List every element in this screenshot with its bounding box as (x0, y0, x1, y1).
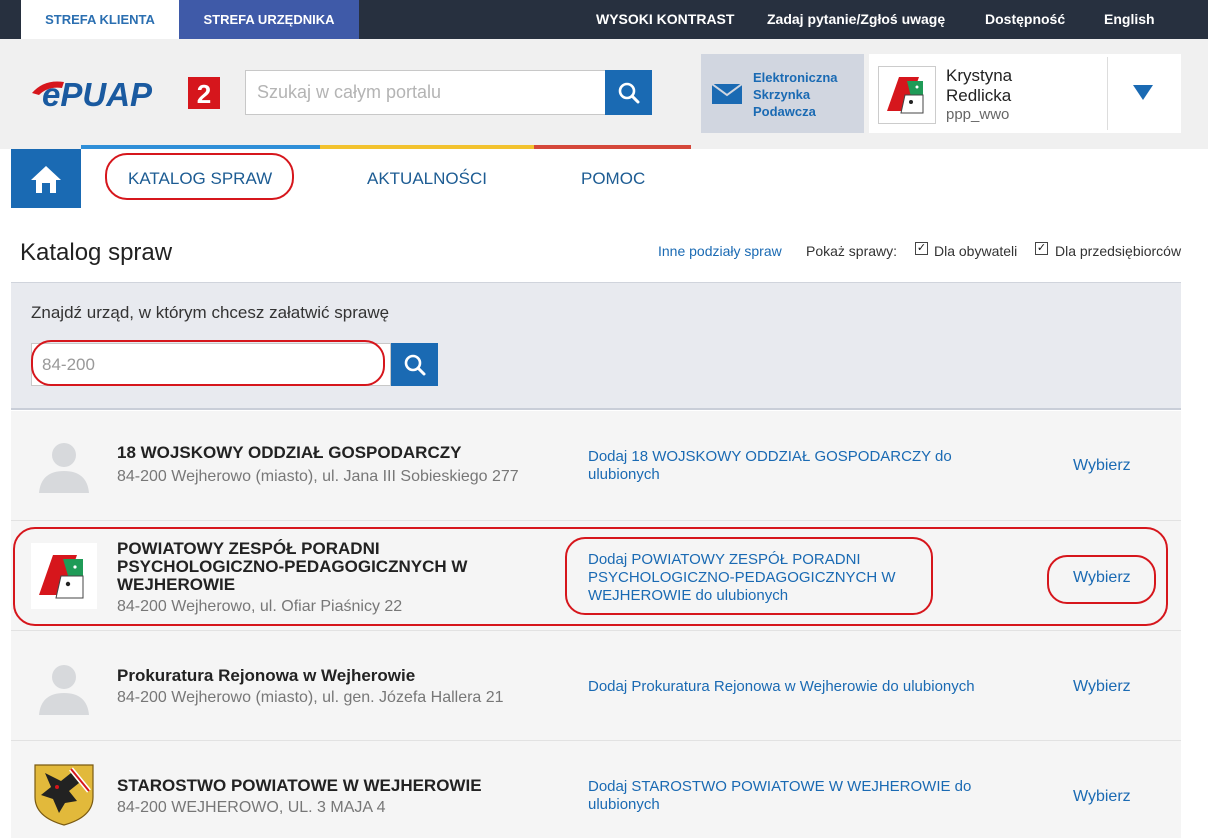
office-address: 84-200 Wejherowo (miasto), ul. gen. Józe… (117, 689, 504, 706)
search-icon (618, 82, 639, 103)
coat-of-arms-icon (31, 761, 97, 827)
logo-version: 2 (197, 79, 211, 109)
envelope-icon (712, 84, 742, 104)
table-row: POWIATOWY ZESPÓŁ PORADNI PSYCHOLOGICZNO-… (11, 521, 1181, 631)
table-row: STAROSTWO POWIATOWE W WEJHEROWIE 84-200 … (11, 741, 1181, 838)
nav-help[interactable]: POMOC (581, 149, 645, 208)
select-office-link[interactable]: Wybierz (1073, 788, 1131, 806)
select-office-link[interactable]: Wybierz (1073, 457, 1131, 475)
office-name: Prokuratura Rejonowa w Wejherowie (117, 666, 416, 685)
home-icon (31, 165, 61, 193)
page-title: Katalog spraw (20, 239, 173, 266)
tab-official-zone[interactable]: STREFA URZĘDNIKA (179, 0, 359, 39)
table-row: 18 WOJSKOWY ODDZIAŁ GOSPODARCZY 84-200 W… (11, 411, 1181, 521)
avatar (878, 66, 936, 124)
search-icon (404, 354, 425, 375)
portal-search-button[interactable] (605, 70, 652, 115)
electronic-inbox-button[interactable]: Elektroniczna Skrzynka Podawcza (701, 54, 864, 133)
add-to-favorites-link[interactable]: Dodaj STAROSTWO POWIATOWE W WEJHEROWIE d… (588, 778, 1008, 814)
office-search-input[interactable] (31, 343, 391, 386)
english-link[interactable]: English (1104, 0, 1155, 39)
office-address: 84-200 WEJHEROWO, UL. 3 MAJA 4 (117, 799, 386, 816)
divider (1107, 57, 1108, 130)
accessibility-link[interactable]: Dostępność (985, 0, 1065, 39)
other-divisions-link[interactable]: Inne podziały spraw (658, 243, 782, 259)
portal-search-input[interactable] (245, 70, 607, 115)
electronic-inbox-label: Elektroniczna Skrzynka Podawcza (753, 70, 838, 119)
chevron-down-icon[interactable] (1133, 85, 1153, 100)
filter-business-label: Dla przedsiębiorców (1055, 243, 1182, 259)
header: ePUAP 2 Elektroniczna Skrzynka Podawcza … (0, 39, 1208, 149)
add-to-favorites-link[interactable]: Dodaj Prokuratura Rejonowa w Wejherowie … (588, 678, 1008, 696)
filter-business-checkbox[interactable]: ✓ (1035, 242, 1048, 255)
user-menu[interactable]: Krystyna Redlicka ppp_wwo (869, 54, 1181, 133)
nav-news[interactable]: AKTUALNOŚCI (367, 149, 487, 208)
nav-catalog[interactable]: KATALOG SPRAW (128, 149, 272, 208)
epuap-logo[interactable]: ePUAP 2 (30, 73, 222, 113)
office-name: STAROSTWO POWIATOWE W WEJHEROWIE (117, 776, 482, 795)
home-button[interactable] (11, 149, 81, 208)
high-contrast-link[interactable]: WYSOKI KONTRAST (596, 0, 734, 39)
office-name: POWIATOWY ZESPÓŁ PORADNI PSYCHOLOGICZNO-… (117, 539, 468, 594)
placeholder-person-icon (31, 431, 97, 497)
ppp-logo-icon (887, 77, 924, 114)
table-row: Prokuratura Rejonowa w Wejherowie 84-200… (11, 631, 1181, 741)
show-cases-label: Pokaż sprawy: (806, 243, 898, 259)
placeholder-person-icon (31, 653, 97, 719)
select-office-link[interactable]: Wybierz (1073, 569, 1131, 587)
filter-citizens-label: Dla obywateli (934, 243, 1018, 259)
select-office-link[interactable]: Wybierz (1073, 678, 1131, 696)
office-address: 84-200 Wejherowo, ul. Ofiar Piaśnicy 22 (117, 598, 403, 615)
tab-client-zone[interactable]: STREFA KLIENTA (21, 0, 179, 39)
user-login: ppp_wwo (946, 106, 1010, 123)
ppp-logo-icon (31, 543, 97, 609)
add-to-favorites-link[interactable]: Dodaj 18 WOJSKOWY ODDZIAŁ GOSPODARCZY do… (588, 448, 1008, 484)
filter-citizens-checkbox[interactable]: ✓ (915, 242, 928, 255)
office-name: 18 WOJSKOWY ODDZIAŁ GOSPODARCZY (117, 443, 462, 462)
office-address: 84-200 Wejherowo (miasto), ul. Jana III … (117, 468, 519, 485)
logo-text: ePUAP (42, 76, 153, 113)
user-full-name: Krystyna Redlicka (946, 66, 1013, 105)
office-search-panel: Znajdź urząd, w którym chcesz załatwić s… (11, 282, 1181, 410)
ask-question-link[interactable]: Zadaj pytanie/Zgłoś uwagę (767, 0, 945, 39)
add-to-favorites-link[interactable]: Dodaj POWIATOWY ZESPÓŁ PORADNI PSYCHOLOG… (588, 551, 1008, 605)
office-search-button[interactable] (391, 343, 438, 386)
office-search-label: Znajdź urząd, w którym chcesz załatwić s… (31, 303, 390, 322)
top-bar: STREFA KLIENTA STREFA URZĘDNIKA WYSOKI K… (0, 0, 1208, 39)
